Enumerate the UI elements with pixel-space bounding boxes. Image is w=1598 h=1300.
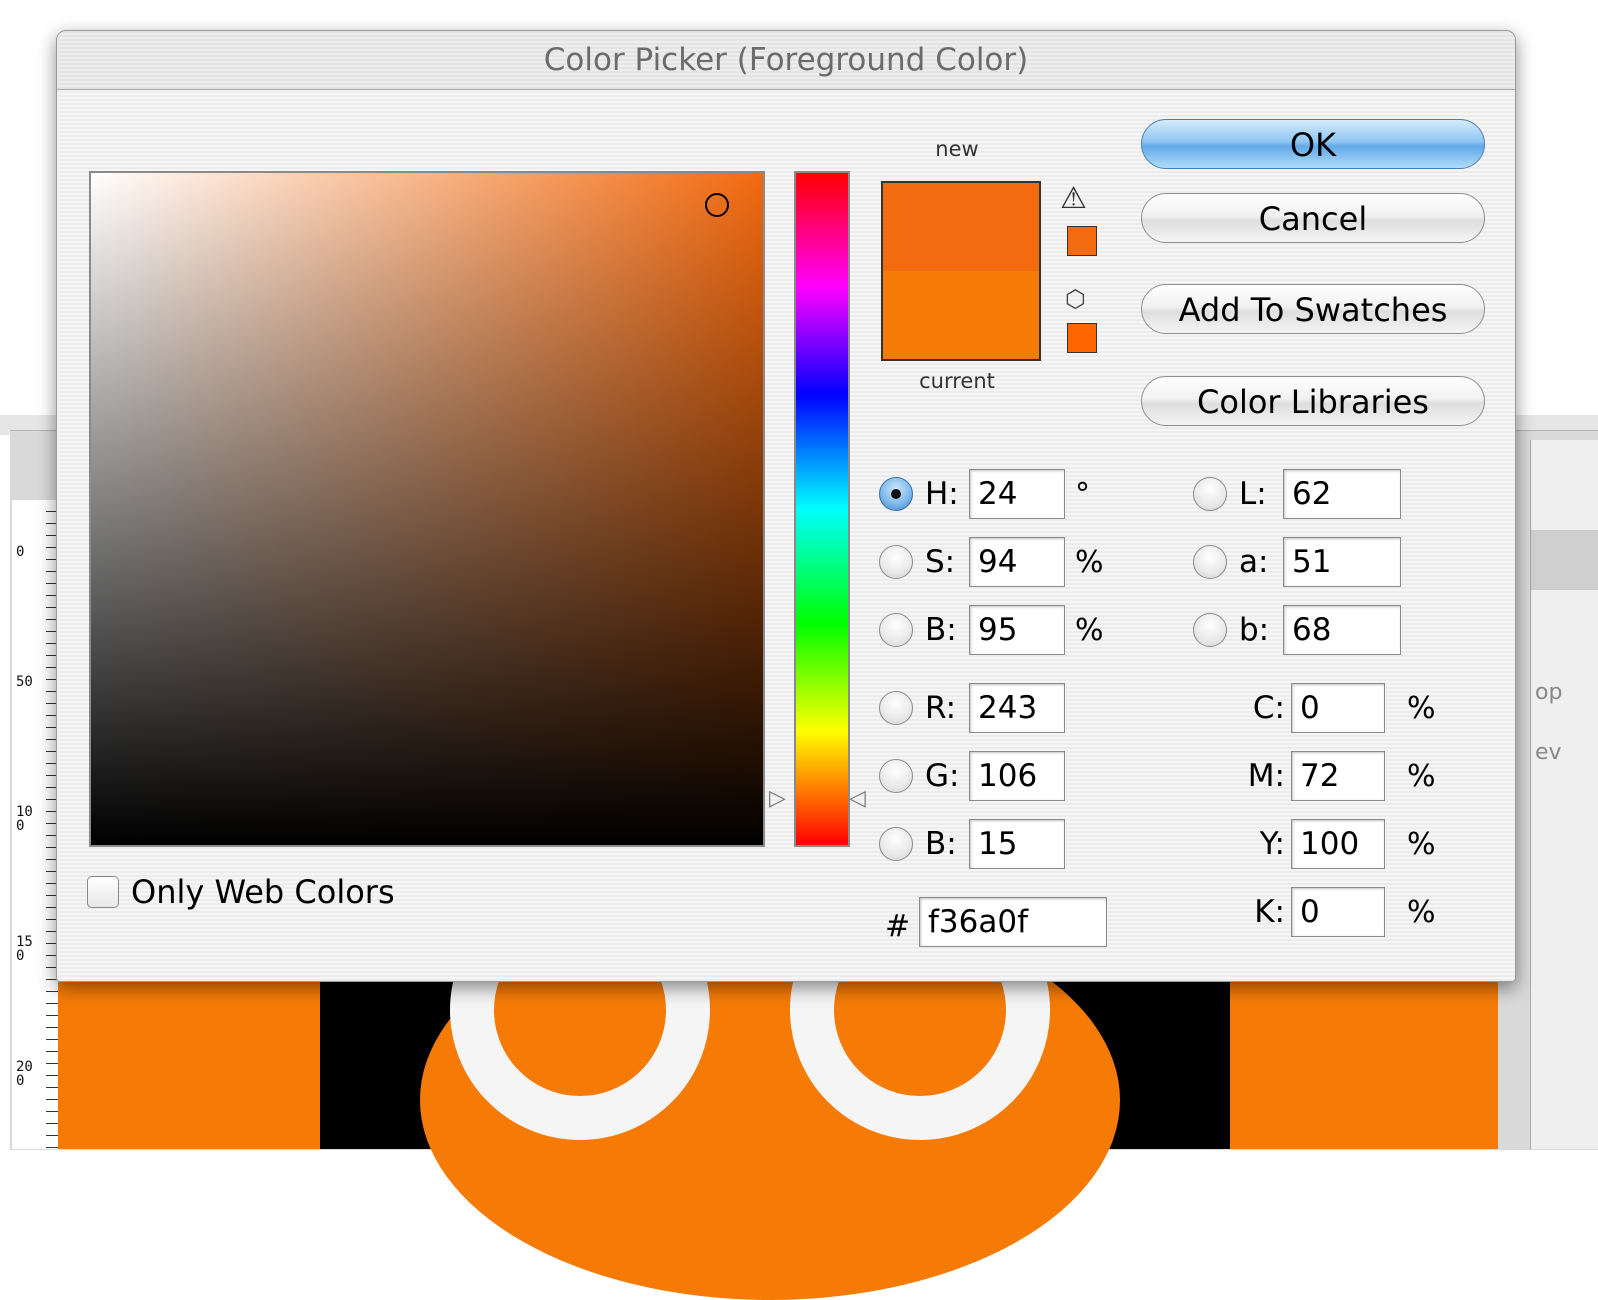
lab-b-label: b: (1239, 612, 1270, 648)
blue-input[interactable]: 15 (969, 819, 1065, 869)
add-to-swatches-button[interactable]: Add To Swatches (1141, 284, 1485, 334)
black-input[interactable]: 0 (1291, 887, 1385, 937)
lightness-radio[interactable] (1193, 477, 1227, 511)
yellow-label: Y: (1259, 826, 1285, 862)
lab-b-input[interactable]: 68 (1283, 605, 1401, 655)
green-row: G: 106 (879, 751, 1065, 801)
brightness-label: B: (925, 612, 957, 648)
cyan-label: C: (1252, 690, 1285, 726)
lightness-row: L: 62 (1193, 469, 1401, 519)
cyan-row: C: 0 % (1235, 683, 1436, 733)
saturation-input[interactable]: 94 (969, 537, 1065, 587)
blue-label: B: (925, 826, 957, 862)
hue-slider[interactable] (794, 171, 850, 847)
percent-unit: % (1075, 612, 1104, 648)
color-comparison-swatch (881, 181, 1041, 361)
panel-text: op (1535, 680, 1563, 705)
hue-slider-right-arrow-icon[interactable]: ◁ (849, 786, 866, 811)
only-web-colors-checkbox[interactable]: Only Web Colors (87, 873, 395, 911)
panel-band (1531, 530, 1598, 590)
ruler-label: 100 (16, 804, 33, 834)
lab-a-label: a: (1239, 544, 1269, 580)
cube-icon[interactable]: ⬡ (1065, 285, 1086, 313)
cyan-input[interactable]: 0 (1291, 683, 1385, 733)
lightness-input[interactable]: 62 (1283, 469, 1401, 519)
percent-unit: % (1407, 690, 1436, 726)
lab-b-row: b: 68 (1193, 605, 1401, 655)
color-field-cursor[interactable] (705, 193, 729, 217)
lab-b-radio[interactable] (1193, 613, 1227, 647)
saturation-row: S: 94 % (879, 537, 1104, 587)
magenta-label: M: (1247, 758, 1285, 794)
saturation-radio[interactable] (879, 545, 913, 579)
new-color-label: new (935, 137, 979, 161)
brightness-radio[interactable] (879, 613, 913, 647)
hue-radio[interactable] (879, 477, 913, 511)
yellow-input[interactable]: 100 (1291, 819, 1385, 869)
red-label: R: (925, 690, 957, 726)
color-field[interactable] (89, 171, 765, 847)
ruler-label: 0 (16, 544, 25, 560)
hex-input[interactable]: f36a0f (919, 897, 1107, 947)
percent-unit: % (1407, 894, 1436, 930)
brightness-input[interactable]: 95 (969, 605, 1065, 655)
ok-button[interactable]: OK (1141, 119, 1485, 169)
gamut-warning-swatch[interactable] (1067, 226, 1097, 256)
percent-unit: % (1407, 826, 1436, 862)
lab-a-row: a: 51 (1193, 537, 1401, 587)
green-radio[interactable] (879, 759, 913, 793)
yellow-row: Y: 100 % (1235, 819, 1436, 869)
black-label: K: (1254, 894, 1285, 930)
percent-unit: % (1075, 544, 1104, 580)
blue-radio[interactable] (879, 827, 913, 861)
magenta-input[interactable]: 72 (1291, 751, 1385, 801)
only-web-colors-label: Only Web Colors (131, 873, 395, 911)
lab-a-input[interactable]: 51 (1283, 537, 1401, 587)
magenta-row: M: 72 % (1235, 751, 1436, 801)
panel-text: ev (1535, 740, 1562, 765)
green-input[interactable]: 106 (969, 751, 1065, 801)
cancel-button[interactable]: Cancel (1141, 193, 1485, 243)
web-safe-swatch[interactable] (1067, 323, 1097, 353)
current-color-swatch[interactable] (883, 271, 1039, 359)
green-label: G: (925, 758, 960, 794)
red-row: R: 243 (879, 683, 1065, 733)
red-radio[interactable] (879, 691, 913, 725)
warning-triangle-icon[interactable]: ⚠ (1060, 181, 1087, 216)
saturation-label: S: (925, 544, 956, 580)
lightness-label: L: (1239, 476, 1267, 512)
hue-slider-left-arrow-icon[interactable]: ▷ (769, 786, 786, 811)
new-color-swatch (883, 183, 1039, 271)
current-color-label: current (919, 369, 995, 393)
hex-label: # (885, 909, 911, 944)
hue-row: H: 24 ° (879, 469, 1090, 519)
ruler-label: 150 (16, 934, 33, 964)
checkbox-box[interactable] (87, 876, 119, 908)
red-input[interactable]: 243 (969, 683, 1065, 733)
lab-a-radio[interactable] (1193, 545, 1227, 579)
ruler-label: 50 (16, 674, 33, 690)
color-libraries-button[interactable]: Color Libraries (1141, 376, 1485, 426)
dialog-title[interactable]: Color Picker (Foreground Color) (57, 31, 1515, 90)
blue-row: B: 15 (879, 819, 1065, 869)
background-side-panel: op ev (1530, 440, 1598, 1149)
ruler-label: 200 (16, 1059, 33, 1089)
degree-unit: ° (1075, 476, 1090, 512)
percent-unit: % (1407, 758, 1436, 794)
color-picker-dialog: Color Picker (Foreground Color) ▷ ◁ Only… (56, 30, 1516, 982)
hue-input[interactable]: 24 (969, 469, 1065, 519)
brightness-row: B: 95 % (879, 605, 1104, 655)
hue-label: H: (925, 476, 959, 512)
black-row: K: 0 % (1235, 887, 1436, 937)
